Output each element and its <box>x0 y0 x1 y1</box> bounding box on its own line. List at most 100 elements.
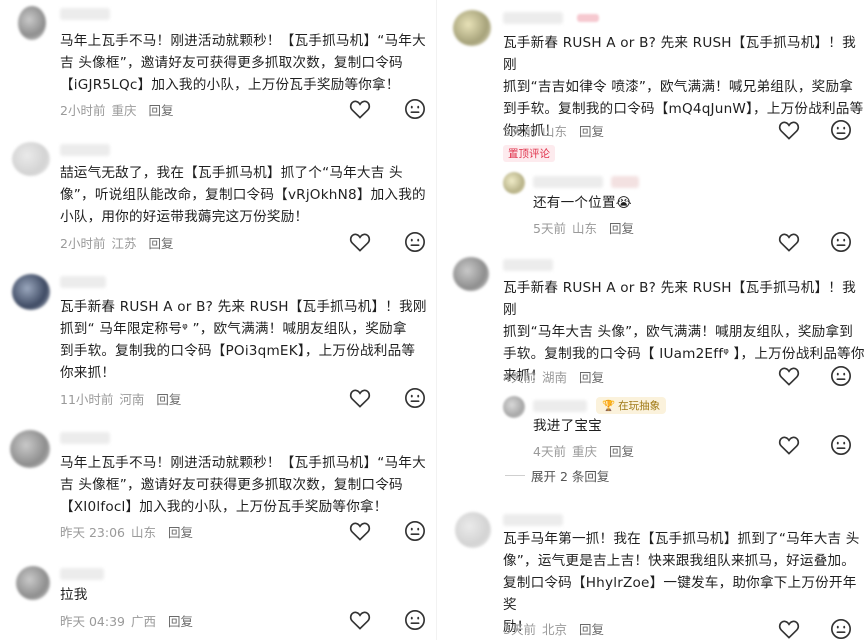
username-blurred[interactable] <box>60 276 106 288</box>
user-badge-label: 在玩抽象 <box>618 400 661 412</box>
comment-text-line: 你来抓！ <box>60 365 116 381</box>
avatar[interactable] <box>18 6 46 40</box>
reply-text: 我进了宝宝 <box>533 418 602 434</box>
comment-meta: 3天前 北京 回复 <box>503 619 604 638</box>
avatar[interactable] <box>12 142 50 176</box>
comment-meta: 5天前 山东 回复 <box>503 121 604 140</box>
reply-time: 4天前 <box>533 444 566 459</box>
reply-meta: 4天前 重庆 回复 <box>533 441 634 460</box>
comment-text-line: 像”，听说组队能改命，复制口令码【vRjOkhN8】加入我的 <box>60 187 426 203</box>
heart-outline-icon[interactable] <box>778 366 800 386</box>
sad-face-icon[interactable] <box>404 609 426 631</box>
sad-face-icon[interactable] <box>404 98 426 120</box>
avatar[interactable] <box>16 566 50 600</box>
sad-face-icon[interactable] <box>404 520 426 542</box>
expand-replies-button[interactable]: 展开 2 条回复 <box>505 466 609 485</box>
comment-text-line: 喆运气无敌了，我在【瓦手抓马机】抓了个“马年大吉 头 <box>60 165 403 181</box>
reply-username-blurred[interactable] <box>533 400 587 412</box>
heart-outline-icon[interactable] <box>778 619 800 639</box>
column-divider <box>436 0 437 640</box>
comment-text-line: 复制口令码【HhylrZoe】一键发车，助你拿下上万份开年奖 <box>503 575 857 613</box>
reply-avatar[interactable] <box>503 172 525 194</box>
username-blurred[interactable] <box>60 432 110 444</box>
reply-button[interactable]: 回复 <box>579 619 604 638</box>
reply-button[interactable]: 回复 <box>148 100 173 119</box>
comment-location: 江苏 <box>111 236 137 251</box>
comment-text-line: 到手软。复制我的口令码【mQ4qJunW】，上万份战利品等 <box>503 101 864 117</box>
comment-time: 4天前 <box>503 370 536 385</box>
comment-text: 瓦手新春 RUSH A or B? 先来 RUSH【瓦手抓马机】！我刚 抓到“ … <box>60 296 427 384</box>
comment-text-line: 手软。复制我的口令码【 IUam2Effᵠ 】，上万份战利品等你 <box>503 346 865 362</box>
reply-location: 山东 <box>571 221 597 236</box>
comment-time: 2小时前 <box>60 103 106 118</box>
reply-button[interactable]: 回复 <box>156 389 181 408</box>
sad-face-icon[interactable] <box>830 434 852 456</box>
username-blurred[interactable] <box>503 259 553 271</box>
comment-time: 2小时前 <box>60 236 106 251</box>
heart-outline-icon[interactable] <box>349 388 371 408</box>
comment-text-line: 吉 头像框”，邀请好友可获得更多抓取次数，复制口令码 <box>60 55 403 71</box>
avatar[interactable] <box>12 274 50 310</box>
reply-button[interactable]: 回复 <box>168 522 193 541</box>
avatar[interactable] <box>453 257 489 291</box>
reply-time: 5天前 <box>533 221 566 236</box>
comment-text-line: 瓦手新春 RUSH A or B? 先来 RUSH【瓦手抓马机】！我刚 <box>503 280 856 318</box>
reply-location: 重庆 <box>571 444 597 459</box>
heart-outline-icon[interactable] <box>349 232 371 252</box>
username-blurred[interactable] <box>503 12 563 24</box>
heart-outline-icon[interactable] <box>778 435 800 455</box>
comment-text-line: 瓦手马年第一抓！我在【瓦手抓马机】抓到了“马年大吉 头 <box>503 531 860 547</box>
sad-face-icon[interactable] <box>404 231 426 253</box>
reply-meta: 5天前 山东 回复 <box>533 218 634 237</box>
comment-text-line: 抓到“ 马年限定称号ᵠ ”，欧气满满！喊朋友组队，奖励拿 <box>60 321 407 337</box>
comment-text: 拉我 <box>60 584 88 606</box>
username-blurred[interactable] <box>60 568 104 580</box>
avatar[interactable] <box>10 430 50 468</box>
comment-time: 11小时前 <box>60 392 114 407</box>
reply-username-blurred[interactable] <box>533 176 603 188</box>
reply-target-blurred <box>611 176 639 188</box>
comment-text-line: 拉我 <box>60 587 88 603</box>
sad-face-icon[interactable] <box>830 119 852 141</box>
heart-outline-icon[interactable] <box>349 610 371 630</box>
reply-avatar[interactable] <box>503 396 525 418</box>
comment-location: 北京 <box>541 622 567 637</box>
comment-text-line: 瓦手新春 RUSH A or B? 先来 RUSH【瓦手抓马机】！我刚 <box>503 35 856 73</box>
username-blurred[interactable] <box>60 8 110 20</box>
user-badge: 🏆 在玩抽象 <box>596 397 667 414</box>
sad-face-icon[interactable] <box>830 231 852 253</box>
comment-meta: 4天前 湖南 回复 <box>503 367 604 386</box>
comment-text-line: 【XI0lfocl】加入我的小队，上万份瓦手奖励等你拿！ <box>60 499 388 515</box>
comment-location: 山东 <box>131 525 157 540</box>
comment-meta: 2小时前 江苏 回复 <box>60 233 173 252</box>
heart-outline-icon[interactable] <box>349 99 371 119</box>
reply-button[interactable]: 回复 <box>168 611 193 630</box>
heart-outline-icon[interactable] <box>349 521 371 541</box>
reply-button[interactable]: 回复 <box>609 441 634 460</box>
expand-replies-label: 展开 2 条回复 <box>531 469 610 484</box>
sad-face-icon[interactable] <box>404 387 426 409</box>
comment-time: 3天前 <box>503 622 536 637</box>
username-blurred[interactable] <box>60 144 110 156</box>
reply-button[interactable]: 回复 <box>609 218 634 237</box>
comment-text: 马年上瓦手不马！刚进活动就颗秒！【瓦手抓马机】“马年大 吉 头像框”，邀请好友可… <box>60 30 426 96</box>
comment-location: 河南 <box>119 392 145 407</box>
comment-text-line: 【iGJR5LQc】加入我的小队，上万份瓦手奖励等你拿！ <box>60 77 400 93</box>
heart-outline-icon[interactable] <box>778 232 800 252</box>
username-blurred[interactable] <box>503 514 563 526</box>
reply-button[interactable]: 回复 <box>579 367 604 386</box>
heart-outline-icon[interactable] <box>778 120 800 140</box>
comment-location: 重庆 <box>111 103 137 118</box>
right-comment-column: 瓦手新春 RUSH A or B? 先来 RUSH【瓦手抓马机】！我刚 抓到“吉… <box>441 0 865 640</box>
reply-text: 还有一个位置😭 <box>533 195 632 211</box>
sad-face-icon[interactable] <box>830 365 852 387</box>
reply-button[interactable]: 回复 <box>579 121 604 140</box>
sad-face-icon[interactable] <box>830 618 852 640</box>
trophy-icon: 🏆 <box>602 400 616 412</box>
avatar[interactable] <box>455 512 491 548</box>
comment-text-line: 小队，用你的好运带我薅完这万份奖励！ <box>60 209 309 225</box>
reply-button[interactable]: 回复 <box>148 233 173 252</box>
avatar[interactable] <box>453 10 491 46</box>
comment-text-line: 抓到“吉吉如律令 喷漆”，欧气满满！喊兄弟组队，奖励拿 <box>503 79 854 95</box>
comment-meta: 昨天 04:39 广西 回复 <box>60 611 193 630</box>
